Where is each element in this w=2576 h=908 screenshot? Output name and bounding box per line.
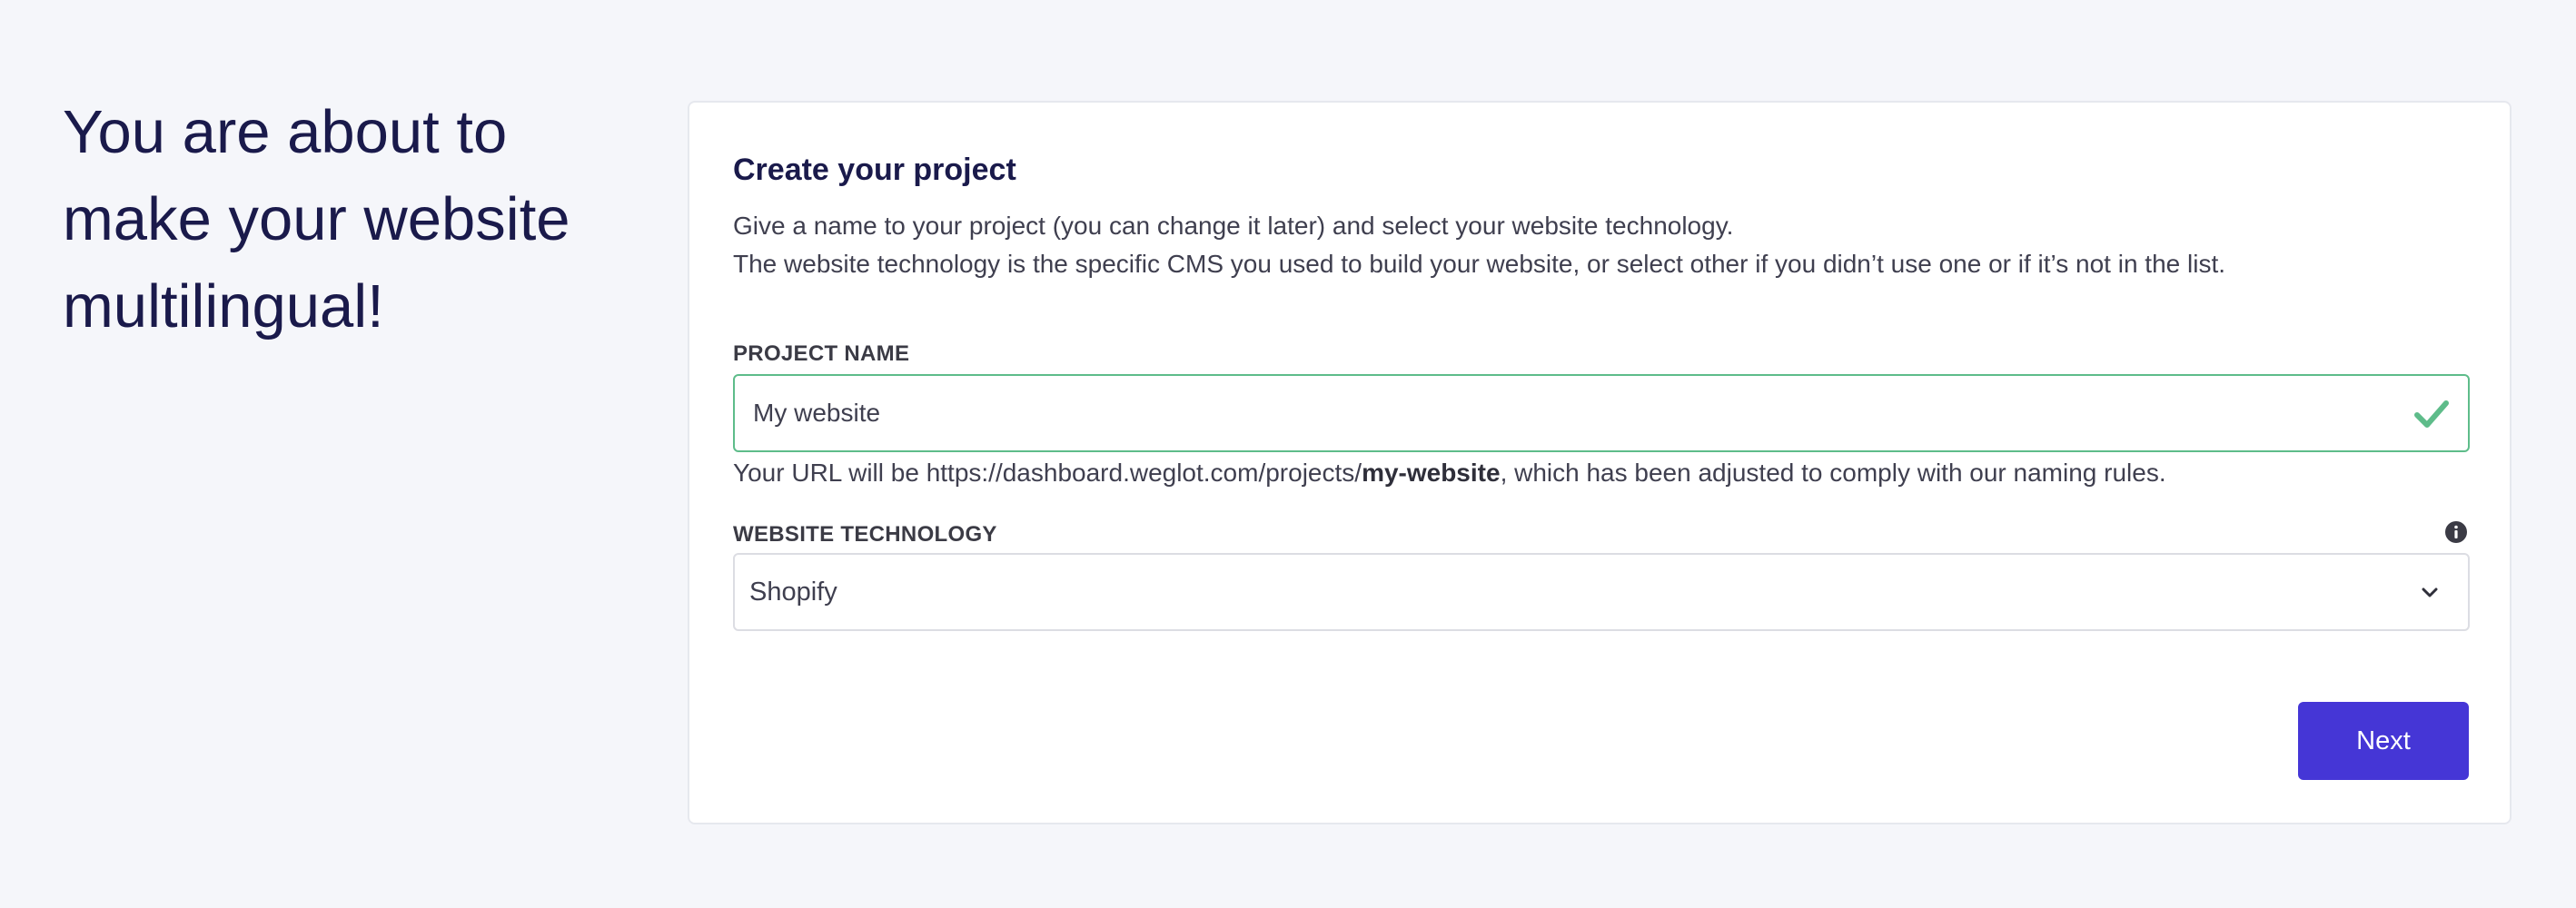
card-title: Create your project [733, 153, 1016, 187]
hero-line-3: multilingual! [63, 272, 384, 340]
next-button[interactable]: Next [2298, 702, 2469, 780]
create-project-card: Create your project Give a name to your … [688, 101, 2512, 824]
website-technology-select[interactable]: Shopify [733, 553, 2470, 631]
url-hint-suffix: , which has been adjusted to comply with… [1500, 459, 2166, 487]
project-name-label: PROJECT NAME [733, 341, 910, 366]
create-project-page: You are about to make your website multi… [0, 0, 2576, 908]
url-slug: my-website [1362, 459, 1501, 487]
info-icon[interactable] [2444, 520, 2468, 544]
url-hint: Your URL will be https://dashboard.weglo… [733, 455, 2166, 491]
chevron-down-icon [2422, 587, 2438, 597]
check-icon [2414, 400, 2449, 428]
description-line-1: Give a name to your project (you can cha… [733, 212, 1734, 240]
hero-heading: You are about to make your website multi… [63, 89, 626, 350]
selected-technology: Shopify [749, 577, 837, 607]
url-hint-prefix: Your URL will be https://dashboard.weglo… [733, 459, 1362, 487]
website-technology-label: WEBSITE TECHNOLOGY [733, 522, 997, 547]
description-line-2: The website technology is the specific C… [733, 250, 2226, 278]
hero-line-2: make your website [63, 185, 570, 253]
project-name-input[interactable] [735, 376, 2468, 450]
hero-line-1: You are about to [63, 98, 508, 166]
card-description: Give a name to your project (you can cha… [733, 207, 2477, 283]
project-name-field [733, 374, 2470, 452]
